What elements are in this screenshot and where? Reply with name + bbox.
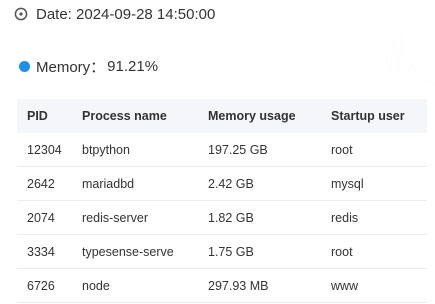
memory-cell: 197.25 GB xyxy=(198,133,321,167)
memory-value: 91.21% xyxy=(107,58,159,75)
process-name-cell: mariadbd xyxy=(72,166,198,201)
user-cell: mysql xyxy=(321,166,427,201)
process-name-cell: node xyxy=(72,268,198,303)
pid-cell: 12304 xyxy=(17,133,72,167)
column-header-startup-user: Startup user xyxy=(321,99,427,133)
column-header-process-name: Process name xyxy=(72,99,198,133)
process-name-cell: btpython xyxy=(72,133,198,167)
table-row: 2074 redis-server 1.82 GB redis xyxy=(17,200,427,235)
process-name-cell: typesense-serve xyxy=(72,234,198,269)
user-cell: root xyxy=(321,133,427,167)
memory-label: Memory： xyxy=(36,59,106,76)
memory-cell: 1.82 GB xyxy=(198,200,321,235)
process-table: PID Process name Memory usage Startup us… xyxy=(17,99,427,303)
memory-series-marker xyxy=(19,61,30,72)
pid-cell: 3334 xyxy=(17,234,72,269)
date-header: Date: 2024-09-28 14:50:00 xyxy=(0,0,435,34)
user-cell: www xyxy=(321,268,427,303)
column-header-memory-usage: Memory usage xyxy=(198,99,321,133)
pid-cell: 2642 xyxy=(17,166,72,201)
process-name-cell: redis-server xyxy=(72,200,198,235)
table-row: 6726 node 297.93 MB www xyxy=(17,268,427,303)
table-row: 3334 typesense-serve 1.75 GB root xyxy=(17,234,427,269)
date-label: Date: 2024-09-28 14:50:00 xyxy=(36,6,216,23)
column-header-pid: PID xyxy=(17,99,72,133)
user-cell: root xyxy=(321,234,427,269)
table-header-row: PID Process name Memory usage Startup us… xyxy=(17,99,427,133)
pid-cell: 2074 xyxy=(17,200,72,235)
user-cell: redis xyxy=(321,200,427,235)
memory-summary: Memory： 91.21% xyxy=(19,56,158,77)
table-row: 2642 mariadbd 2.42 GB mysql xyxy=(17,166,427,201)
memory-cell: 2.42 GB xyxy=(198,166,321,201)
pid-cell: 6726 xyxy=(17,268,72,303)
memory-cell: 297.93 MB xyxy=(198,268,321,303)
memory-cell: 1.75 GB xyxy=(198,234,321,269)
table-row: 12304 btpython 197.25 GB root xyxy=(17,133,427,167)
clock-icon xyxy=(14,7,28,21)
